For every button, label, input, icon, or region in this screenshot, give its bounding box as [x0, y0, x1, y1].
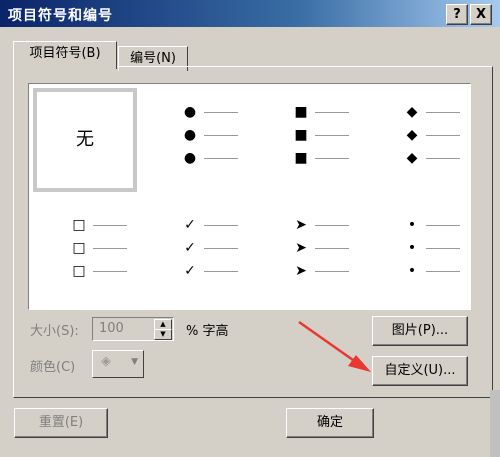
bullet-line: ✓	[180, 261, 284, 281]
text-placeholder-line	[204, 135, 238, 136]
filled-square-icon: ■	[294, 150, 308, 166]
bullet-gallery[interactable]: 无 ● ● ● ■ ■ ■ ◆ ◆ ◆ □ □ □ ✓ ✓ ✓ ➤ ➤ ➤ • • •	[28, 83, 471, 310]
text-placeholder-line	[426, 271, 460, 272]
bullet-line: ◆	[402, 125, 500, 145]
text-placeholder-line	[426, 135, 460, 136]
bullet-style-filled-square[interactable]: ■ ■ ■	[291, 102, 395, 206]
bullet-style-checkmark[interactable]: ✓ ✓ ✓	[180, 215, 284, 319]
bullet-line: ■	[291, 102, 395, 122]
spin-down-icon[interactable]: ▼	[154, 329, 172, 340]
hollow-square-icon: □	[72, 217, 86, 233]
small-dot-icon: •	[407, 217, 417, 233]
bullet-line: ●	[180, 125, 284, 145]
customize-button[interactable]: 自定义(U)...	[372, 356, 468, 386]
bullet-line: ➤	[291, 261, 395, 281]
filled-diamond-icon: ◆	[406, 150, 418, 166]
hollow-square-icon: □	[72, 263, 86, 279]
size-spinner[interactable]: 100 ▲ ▼	[92, 317, 174, 341]
bullet-style-hollow-square[interactable]: □ □ □	[69, 215, 173, 319]
size-value: 100	[99, 321, 124, 336]
filled-circle-icon: ●	[183, 150, 197, 166]
tab-numbering-label: 编号(N)	[130, 51, 176, 66]
checkmark-icon: ✓	[184, 217, 196, 233]
bullet-style-filled-diamond[interactable]: ◆ ◆ ◆	[402, 102, 500, 206]
bullet-line: •	[402, 215, 500, 235]
filled-circle-icon: ●	[183, 127, 197, 143]
ok-button[interactable]: 确定	[286, 408, 374, 438]
bullet-style-arrowhead[interactable]: ➤ ➤ ➤	[291, 215, 395, 319]
bullet-style-filled-circle[interactable]: ● ● ●	[180, 102, 284, 206]
bullet-line: ●	[180, 148, 284, 168]
checkmark-icon: ✓	[184, 263, 196, 279]
text-placeholder-line	[315, 271, 349, 272]
bullet-line: •	[402, 238, 500, 258]
color-picker-button[interactable]: ◈ ▼	[92, 350, 144, 378]
bullet-line: ■	[291, 148, 395, 168]
text-placeholder-line	[93, 225, 127, 226]
filled-square-icon: ■	[294, 104, 308, 120]
text-placeholder-line	[204, 225, 238, 226]
arrowhead-icon: ➤	[295, 263, 307, 279]
text-placeholder-line	[426, 248, 460, 249]
bullet-style-small-dot[interactable]: • • •	[402, 215, 500, 319]
text-placeholder-line	[315, 248, 349, 249]
text-placeholder-line	[204, 158, 238, 159]
text-placeholder-line	[204, 112, 238, 113]
small-dot-icon: •	[407, 263, 417, 279]
filled-diamond-icon: ◆	[406, 104, 418, 120]
filled-diamond-icon: ◆	[406, 127, 418, 143]
bullet-line: •	[402, 261, 500, 281]
text-placeholder-line	[426, 158, 460, 159]
text-placeholder-line	[204, 248, 238, 249]
bullet-line: ✓	[180, 238, 284, 258]
filled-circle-icon: ●	[183, 104, 197, 120]
bullet-line: ✓	[180, 215, 284, 235]
help-button[interactable]: ?	[446, 4, 468, 25]
reset-button[interactable]: 重置(E)	[14, 408, 108, 438]
annotation-arrow-icon	[298, 320, 371, 372]
text-placeholder-line	[315, 135, 349, 136]
scrollbar-edge	[490, 390, 500, 457]
bullet-line: ➤	[291, 238, 395, 258]
bullet-line: ●	[180, 102, 284, 122]
text-placeholder-line	[93, 248, 127, 249]
text-placeholder-line	[426, 112, 460, 113]
bullet-line: □	[69, 238, 173, 258]
text-placeholder-line	[426, 225, 460, 226]
title-bar: 项目符号和编号 ? X	[0, 0, 500, 27]
text-placeholder-line	[204, 271, 238, 272]
bullet-line: ◆	[402, 102, 500, 122]
none-label: 无	[76, 129, 94, 150]
size-label: 大小(S):	[30, 324, 79, 339]
tab-bullets-label: 项目符号(B)	[29, 46, 101, 61]
text-placeholder-line	[315, 158, 349, 159]
bullet-line: ➤	[291, 215, 395, 235]
bullet-line: ◆	[402, 148, 500, 168]
paint-bucket-icon: ◈	[101, 354, 111, 369]
size-unit: % 字高	[186, 324, 229, 339]
small-dot-icon: •	[407, 240, 417, 256]
text-placeholder-line	[93, 271, 127, 272]
filled-square-icon: ■	[294, 127, 308, 143]
arrowhead-icon: ➤	[295, 217, 307, 233]
tab-bullets[interactable]: 项目符号(B)	[13, 41, 117, 69]
arrowhead-icon: ➤	[295, 240, 307, 256]
bullet-line: ■	[291, 125, 395, 145]
close-button[interactable]: X	[470, 4, 492, 25]
bullet-line: □	[69, 215, 173, 235]
hollow-square-icon: □	[72, 240, 86, 256]
checkmark-icon: ✓	[184, 240, 196, 256]
color-label: 颜色(C)	[30, 360, 76, 375]
bullet-line: □	[69, 261, 173, 281]
chevron-down-icon: ▼	[131, 357, 138, 367]
text-placeholder-line	[315, 225, 349, 226]
text-placeholder-line	[315, 112, 349, 113]
window-title: 项目符号和编号	[8, 8, 113, 24]
picture-button[interactable]: 图片(P)...	[372, 316, 468, 346]
bullet-style-none[interactable]: 无	[33, 88, 137, 192]
